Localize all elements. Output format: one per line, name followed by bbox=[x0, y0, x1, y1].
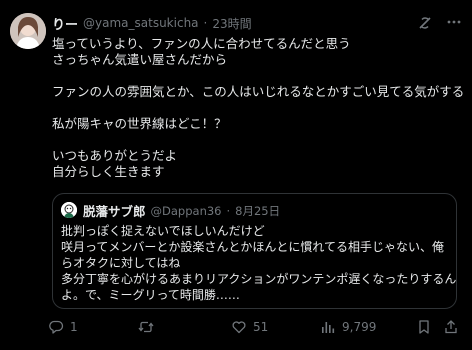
share-button[interactable] bbox=[443, 315, 459, 339]
quoted-tweet[interactable]: 脱藩サブ郎 @Dappan36 · 8月25日 批判っぽく捉えないでほしいんだけ… bbox=[52, 193, 457, 309]
share-icon bbox=[445, 320, 457, 334]
views-icon bbox=[322, 322, 335, 333]
tweet-text-line: ファンの人の雰囲気とか、この人はいじれるなとかすごい見てる気がする bbox=[52, 84, 465, 99]
tweet-text-line: 私が陽キャの世界線はどこ！？ bbox=[52, 116, 227, 131]
grok-icon[interactable] bbox=[417, 15, 433, 31]
quoted-tweet-text: 批判っぽく捉えないでほしいんだけど 咲月ってメンバーとか設楽さんとかほんとに慣れ… bbox=[61, 223, 457, 303]
tweet-text-line bbox=[52, 100, 462, 116]
more-icon[interactable] bbox=[445, 13, 463, 31]
bookmark-icon bbox=[419, 320, 429, 334]
tweet-header: りー @yama_satsukicha · 23時間 bbox=[52, 14, 252, 33]
reply-button[interactable]: 1 bbox=[48, 315, 78, 339]
quoted-post-date[interactable]: 8月25日 bbox=[235, 203, 280, 219]
tweet-text-line: 自分らしく生きます bbox=[52, 164, 165, 179]
view-count: 9,799 bbox=[342, 320, 377, 334]
author-avatar[interactable] bbox=[10, 13, 46, 49]
quoted-text-line: 咲月ってメンバーとか設楽さんとかほんとに慣れてる相手じゃない、俺 bbox=[61, 240, 445, 254]
tweet[interactable]: りー @yama_satsukicha · 23時間 塩っていうより、ファンの人… bbox=[0, 0, 472, 350]
quoted-text-line: 多分丁寧を心がけるあまりリアクションがワンテンポ遅くなったりするん bbox=[61, 272, 457, 286]
quoted-author-handle[interactable]: @Dappan36 bbox=[151, 204, 222, 218]
quoted-tweet-header: 脱藩サブ郎 @Dappan36 · 8月25日 bbox=[83, 201, 280, 220]
tweet-text-line: いつもありがとうだよ bbox=[52, 148, 178, 163]
tweet-text-line bbox=[52, 68, 462, 84]
post-time[interactable]: 23時間 bbox=[212, 15, 251, 32]
tweet-text-line bbox=[52, 132, 462, 148]
author-handle[interactable]: @yama_satsukicha bbox=[83, 16, 199, 30]
like-count: 51 bbox=[253, 320, 269, 334]
action-bar: 1 51 9,799 bbox=[0, 315, 472, 339]
tweet-text-line: 塩っていうより、ファンの人に合わせてるんだと思う bbox=[52, 36, 351, 51]
views-button[interactable]: 9,799 bbox=[320, 315, 376, 339]
separator-dot: · bbox=[203, 16, 208, 30]
author-name[interactable]: りー bbox=[52, 14, 78, 33]
like-button[interactable]: 51 bbox=[231, 315, 268, 339]
repost-button[interactable] bbox=[138, 315, 160, 339]
quoted-author-name[interactable]: 脱藩サブ郎 bbox=[83, 201, 146, 220]
tweet-text-line: さっちゃん気遣い屋さんだから bbox=[52, 52, 228, 67]
separator-dot: · bbox=[226, 203, 231, 218]
reply-count: 1 bbox=[70, 320, 78, 334]
tweet-text: 塩っていうより、ファンの人に合わせてるんだと思う さっちゃん気遣い屋さんだから … bbox=[52, 36, 465, 180]
quoted-text-line: よ。で、ミーグリって時間勝…… bbox=[61, 288, 240, 302]
repost-icon bbox=[138, 321, 154, 333]
reply-icon bbox=[49, 320, 64, 334]
quoted-text-line: らオタクに対してはね bbox=[61, 256, 181, 270]
quoted-text-line: 批判っぽく捉えないでほしいんだけど bbox=[61, 224, 265, 238]
quoted-author-avatar[interactable] bbox=[61, 202, 77, 218]
bookmark-button[interactable] bbox=[416, 315, 432, 339]
heart-icon bbox=[232, 321, 246, 334]
